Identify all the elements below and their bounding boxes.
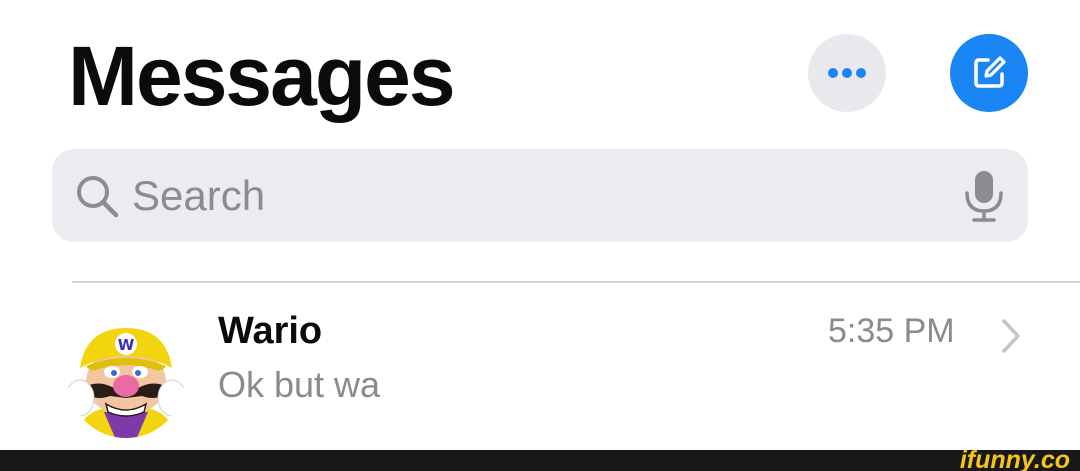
search-input[interactable] [132,149,952,242]
svg-text:W: W [118,336,135,354]
search-bar[interactable] [52,149,1028,242]
message-preview: Ok but wa [218,364,381,405]
conversation-row-wario[interactable]: W Wario Ok but wa 5:35 PM [0,284,1080,450]
wario-avatar: W [68,322,184,438]
messages-screen: Messages Search W Wario Ok but wa 5:35 P… [0,0,1080,471]
compose-icon [974,56,1006,88]
divider [72,281,1080,283]
contact-name: Wario [218,310,323,352]
magnifying-glass-icon [77,176,119,218]
ifunny-watermark: ifunny.co [959,446,1070,471]
message-timestamp: 5:35 PM [828,312,955,350]
compose-button[interactable] [950,34,1028,112]
watermark-bar: ifunny.co [0,446,1080,471]
more-options-button[interactable] [808,34,886,112]
microphone-icon[interactable] [963,169,1005,223]
chevron-right-icon [1002,319,1020,353]
ellipsis-icon [828,68,866,78]
page-title: Messages [68,29,456,123]
